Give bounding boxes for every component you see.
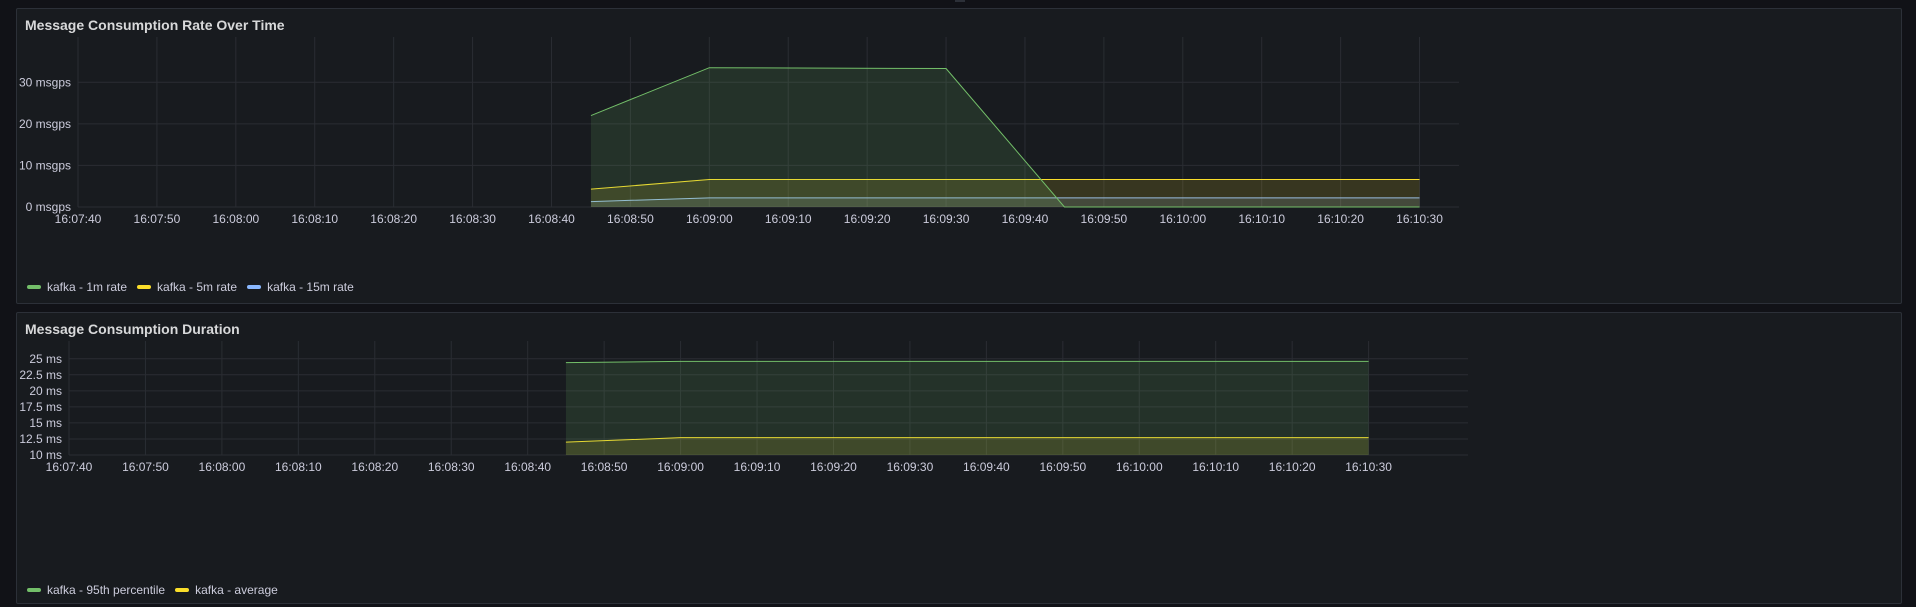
x-tick-label: 16:08:20: [351, 460, 398, 474]
legend-item-kafka-95th-percentile[interactable]: kafka - 95th percentile: [27, 583, 165, 597]
x-tick-label: 16:08:10: [275, 460, 322, 474]
legend-swatch: [137, 285, 152, 289]
x-tick-label: 16:09:00: [686, 212, 733, 226]
x-tick-label: 16:09:30: [923, 212, 970, 226]
x-tick-label: 16:09:50: [1039, 460, 1086, 474]
legend-label: kafka - 1m rate: [47, 280, 128, 294]
duration-chart: 10 ms12.5 ms15 ms17.5 ms20 ms22.5 ms25 m…: [19, 341, 1468, 474]
legend-swatch: [175, 588, 190, 592]
rate-chart: 0 msgps10 msgps20 msgps30 msgps16:07:40 1…: [19, 37, 1459, 226]
x-tick-label: 16:08:00: [199, 460, 246, 474]
x-tick-label: 16:10:00: [1159, 212, 1206, 226]
top-divider-notch: [955, 0, 965, 2]
legend-item-kafka-15m-rate[interactable]: kafka - 15m rate: [247, 280, 354, 294]
x-tick-label: 16:09:20: [810, 460, 857, 474]
x-tick-label: 16:08:30: [449, 212, 496, 226]
x-tick-label: 16:09:10: [734, 460, 781, 474]
y-tick-label: 10 msgps: [19, 158, 71, 172]
legend-item-kafka-1m-rate[interactable]: kafka - 1m rate: [27, 280, 127, 294]
legend-swatch: [27, 285, 41, 289]
y-tick-label: 20 ms: [29, 384, 62, 398]
legend: kafka - 95th percentile kafka - average: [27, 583, 278, 597]
x-tick-label: 16:09:20: [844, 212, 891, 226]
x-tick-label: 16:08:30: [428, 460, 475, 474]
series-area-kafka-95th-percentile: [565, 361, 1369, 455]
x-tick-label: 16:10:00: [1116, 460, 1163, 474]
x-tick-label: 16:08:40: [504, 460, 551, 474]
legend-label: kafka - average: [195, 583, 278, 597]
x-tick-label: 16:09:40: [1002, 212, 1049, 226]
legend-label: kafka - 95th percentile: [47, 583, 166, 597]
x-tick-label: 16:10:20: [1269, 460, 1316, 474]
panel-consumption-duration: Message Consumption Duration 10 ms 12.5 m…: [16, 312, 1902, 604]
x-tick-label: 16:10:30: [1345, 460, 1392, 474]
x-tick-label: 16:08:50: [581, 460, 628, 474]
x-tick-label: 16:09:40: [963, 460, 1010, 474]
legend-label: kafka - 15m rate: [267, 280, 354, 294]
legend-swatch: [247, 285, 262, 289]
legend-item-kafka-average[interactable]: kafka - average: [175, 583, 278, 597]
x-tick-label: 16:08:00: [212, 212, 259, 226]
x-tick-label: 16:09:50: [1081, 212, 1128, 226]
legend-item-kafka-5m-rate[interactable]: kafka - 5m rate: [137, 280, 237, 294]
x-tick-label: 16:07:50: [134, 212, 181, 226]
legend-swatch: [27, 588, 41, 592]
x-tick-label: 16:10:10: [1238, 212, 1285, 226]
y-tick-label: 15 ms: [29, 416, 62, 430]
x-tick-label: 16:08:20: [370, 212, 417, 226]
y-tick-label: 17.5 ms: [19, 400, 62, 414]
x-tick-label: 16:08:10: [291, 212, 338, 226]
y-tick-label: 12.5 ms: [19, 432, 62, 446]
x-tick-label: 16:07:50: [122, 460, 169, 474]
y-tick-label: 25 ms: [29, 352, 62, 366]
x-tick-label: 16:09:10: [765, 212, 812, 226]
x-tick-label: 16:07:40: [46, 460, 93, 474]
y-tick-label: 22.5 ms: [19, 368, 62, 382]
x-tick-label: 16:08:50: [607, 212, 654, 226]
x-tick-label: 16:10:20: [1317, 212, 1364, 226]
y-tick-label: 20 msgps: [19, 117, 71, 131]
x-tick-label: 16:10:10: [1192, 460, 1239, 474]
y-tick-label: 30 msgps: [19, 75, 71, 89]
legend: kafka - 1m rate kafka - 5m rate kafka - 15…: [27, 280, 354, 294]
panel-consumption-rate: Message Consumption Rate Over Time 0 msg…: [16, 8, 1902, 304]
x-tick-label: 16:09:30: [887, 460, 934, 474]
x-tick-label: 16:10:30: [1396, 212, 1443, 226]
x-tick-label: 16:08:40: [528, 212, 575, 226]
x-tick-label: 16:09:00: [657, 460, 704, 474]
legend-label: kafka - 5m rate: [157, 280, 238, 294]
x-tick-label: 16:07:40: [55, 212, 102, 226]
